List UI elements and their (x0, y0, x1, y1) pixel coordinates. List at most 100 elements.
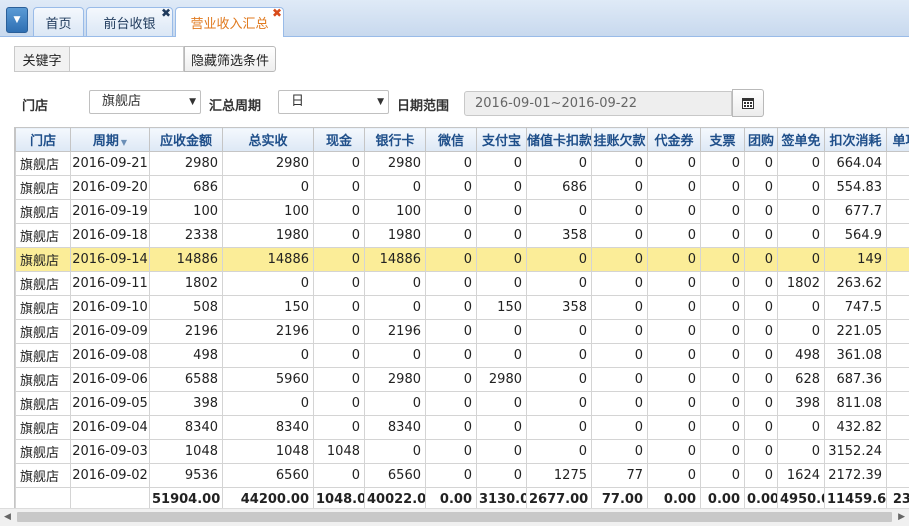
table-cell (887, 416, 909, 440)
scrollbar-thumb[interactable] (17, 512, 892, 522)
table-row[interactable]: 旗舰店2016-09-14148861488601488600000000149… (16, 248, 909, 272)
column-header-label: 应收金额 (160, 134, 212, 149)
column-header[interactable]: 门店 (16, 128, 71, 152)
tab-menu-button[interactable]: ▼ (6, 7, 28, 33)
table-cell: 14886 (365, 248, 426, 272)
table-cell: 2016-09-04 (71, 416, 150, 440)
table-cell: 398 (778, 392, 825, 416)
table-cell: 9536 (150, 464, 223, 488)
table-cell: 687.36 (825, 368, 887, 392)
tab-label: 首页 (45, 13, 71, 32)
column-header[interactable]: 周期▼ (71, 128, 150, 152)
total-cell: 0.00 (648, 488, 701, 509)
store-select[interactable]: 旗舰店 ▼ (89, 90, 201, 114)
column-header[interactable]: 储值卡扣款 (527, 128, 592, 152)
table-cell: 6560 (365, 464, 426, 488)
table-row[interactable]: 旗舰店2016-09-11180200000000001802263.62 (16, 272, 909, 296)
table-row[interactable]: 旗舰店2016-09-084980000000000498361.08 (16, 344, 909, 368)
table-row[interactable]: 旗舰店2016-09-19100100010000000000677.7 (16, 200, 909, 224)
table-cell: 0 (648, 200, 701, 224)
horizontal-scrollbar[interactable]: ◀ ▶ (0, 508, 909, 526)
table-cell: 0 (648, 224, 701, 248)
column-header[interactable]: 单项 (887, 128, 909, 152)
total-cell: 0.00 (701, 488, 745, 509)
tab-front-cashier[interactable]: 前台收银 ✖ (86, 7, 173, 36)
table-cell: 0 (314, 344, 365, 368)
calendar-icon (742, 97, 754, 109)
column-header[interactable]: 应收金额 (150, 128, 223, 152)
table-cell: 0 (745, 392, 778, 416)
table-cell (887, 368, 909, 392)
tab-home[interactable]: 首页 (33, 7, 84, 36)
column-header[interactable]: 签单免 (778, 128, 825, 152)
table-row[interactable]: 旗舰店2016-09-21298029800298000000000664.04 (16, 152, 909, 176)
column-header[interactable]: 现金 (314, 128, 365, 152)
table-cell: 2980 (477, 368, 527, 392)
table-cell: 2196 (223, 320, 314, 344)
table-row[interactable]: 旗舰店2016-09-02953665600656000127577000162… (16, 464, 909, 488)
column-header[interactable]: 支票 (701, 128, 745, 152)
table-row[interactable]: 旗舰店2016-09-031048104810480000000003152.2… (16, 440, 909, 464)
table-cell: 0 (365, 392, 426, 416)
table-cell: 0 (314, 392, 365, 416)
table-cell: 0 (477, 344, 527, 368)
period-select[interactable]: 日 ▼ (278, 90, 389, 114)
column-header[interactable]: 支付宝 (477, 128, 527, 152)
table-cell: 0 (527, 152, 592, 176)
column-header[interactable]: 微信 (426, 128, 477, 152)
table-cell: 0 (745, 344, 778, 368)
table-cell: 508 (150, 296, 223, 320)
table-cell: 0 (701, 224, 745, 248)
column-header-label: 支付宝 (482, 134, 521, 149)
table-row[interactable]: 旗舰店2016-09-1050815000015035800000747.5 (16, 296, 909, 320)
table-cell: 0 (778, 440, 825, 464)
table-cell: 旗舰店 (16, 248, 71, 272)
calendar-button[interactable] (732, 89, 764, 117)
table-cell: 2196 (365, 320, 426, 344)
column-header[interactable]: 扣次消耗 (825, 128, 887, 152)
tab-revenue-summary[interactable]: 营业收入汇总 ✖ (175, 7, 284, 37)
hide-filters-button[interactable]: 隐藏筛选条件 (184, 46, 276, 72)
table-cell: 0 (648, 416, 701, 440)
table-row[interactable]: 旗舰店2016-09-053980000000000398811.08 (16, 392, 909, 416)
table-cell: 0 (592, 200, 648, 224)
scroll-right-icon[interactable]: ▶ (898, 512, 905, 522)
table-cell: 677.7 (825, 200, 887, 224)
table-cell: 564.9 (825, 224, 887, 248)
table-cell: 0 (426, 440, 477, 464)
table-cell: 0 (426, 464, 477, 488)
column-header[interactable]: 代金券 (648, 128, 701, 152)
column-header[interactable]: 团购 (745, 128, 778, 152)
total-cell: 44200.00 (223, 488, 314, 509)
revenue-table: 门店周期▼ 应收金额总实收现金银行卡微信支付宝储值卡扣款挂账欠款代金券支票团购签单… (15, 127, 909, 508)
table-row[interactable]: 旗舰店2016-09-206860000068600000554.83 (16, 176, 909, 200)
table-cell: 0 (592, 176, 648, 200)
table-cell: 0 (314, 272, 365, 296)
table-row[interactable]: 旗舰店2016-09-1823381980019800035800000564.… (16, 224, 909, 248)
scroll-left-icon[interactable]: ◀ (4, 512, 11, 522)
table-cell: 0 (223, 176, 314, 200)
table-row[interactable]: 旗舰店2016-09-06658859600298002980000006286… (16, 368, 909, 392)
column-header[interactable]: 银行卡 (365, 128, 426, 152)
table-cell: 0 (701, 200, 745, 224)
table-row[interactable]: 旗舰店2016-09-04834083400834000000000432.82 (16, 416, 909, 440)
date-range-input[interactable]: 2016-09-01~2016-09-22 (464, 91, 732, 116)
table-cell: 0 (426, 392, 477, 416)
column-header[interactable]: 挂账欠款 (592, 128, 648, 152)
column-header[interactable]: 总实收 (223, 128, 314, 152)
table-cell (887, 392, 909, 416)
keyword-input[interactable] (69, 46, 184, 72)
close-icon[interactable]: ✖ (161, 7, 171, 19)
table-cell: 2016-09-08 (71, 344, 150, 368)
column-header-label: 团购 (748, 134, 774, 149)
close-icon[interactable]: ✖ (272, 7, 282, 19)
table-cell: 0 (365, 344, 426, 368)
table-cell: 旗舰店 (16, 392, 71, 416)
table-cell: 1802 (778, 272, 825, 296)
table-row[interactable]: 旗舰店2016-09-09219621960219600000000221.05 (16, 320, 909, 344)
column-header-label: 周期 (93, 134, 119, 149)
table-cell: 0 (527, 392, 592, 416)
table-cell (887, 176, 909, 200)
table-cell: 0 (701, 248, 745, 272)
table-cell: 0 (778, 248, 825, 272)
